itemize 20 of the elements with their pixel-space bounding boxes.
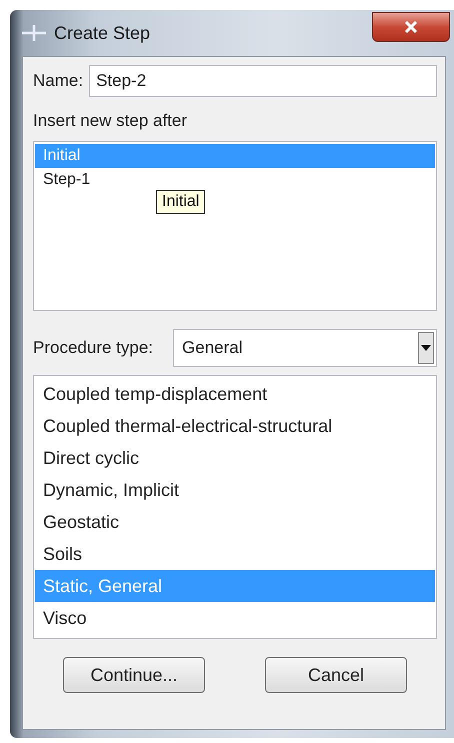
insert-after-label: Insert new step after	[33, 111, 188, 131]
procedure-type-label: Procedure type:	[33, 338, 154, 358]
list-item[interactable]: Geostatic	[35, 506, 435, 538]
continue-button[interactable]: Continue...	[63, 657, 205, 693]
list-item[interactable]: Dynamic, Implicit	[35, 474, 435, 506]
close-icon	[404, 21, 418, 33]
tooltip: Initial	[156, 190, 206, 214]
plus-icon	[22, 25, 46, 41]
name-field[interactable]: Step-2	[89, 65, 437, 97]
name-label: Name:	[33, 71, 84, 91]
list-item[interactable]: Soils	[35, 538, 435, 570]
cancel-button[interactable]: Cancel	[265, 657, 407, 693]
procedure-type-dropdown[interactable]: General	[173, 329, 437, 367]
list-item[interactable]: Direct cyclic	[35, 442, 435, 474]
close-button[interactable]	[372, 12, 450, 42]
list-item[interactable]: Step-1	[35, 168, 435, 192]
list-item[interactable]: Coupled temp-displacement	[35, 378, 435, 410]
list-item[interactable]: Coupled thermal-electrical-structural	[35, 410, 435, 442]
list-item[interactable]: Visco	[35, 602, 435, 634]
window-title: Create Step	[54, 22, 150, 44]
